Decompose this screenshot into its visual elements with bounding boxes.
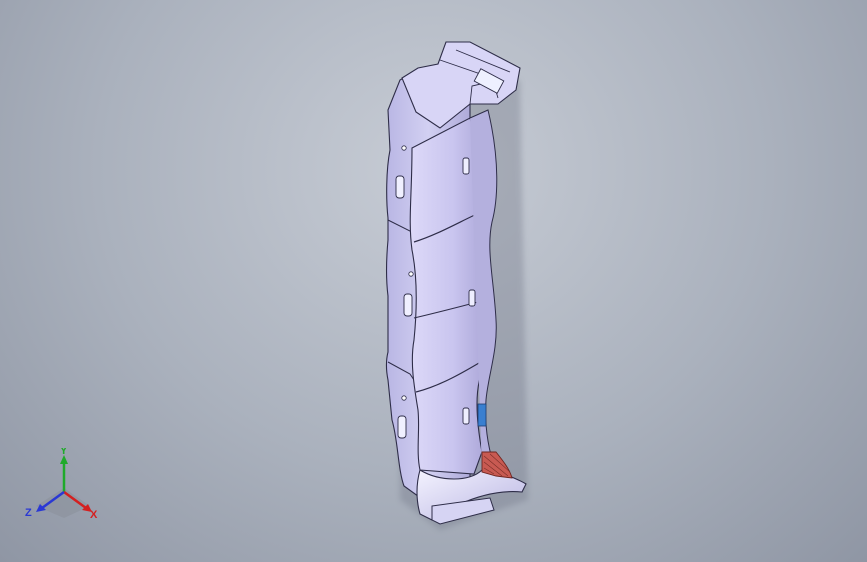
axis-triad: Y X Z [25,448,98,521]
connector-blue [477,403,487,427]
handle-slot-2 [468,289,476,307]
3d-graphics-viewport[interactable]: Y X Z [0,0,867,562]
side-bolt-3 [401,395,407,401]
y-axis-label: Y [60,448,68,457]
speaker-array-model[interactable] [0,0,867,562]
handle-slot-3 [462,407,470,425]
handle-slot-1 [462,157,470,175]
side-handle-1 [395,175,405,199]
z-axis-label: Z [25,507,32,519]
side-bolt-2 [408,271,414,277]
side-handle-3 [397,415,407,439]
side-handle-2 [403,293,413,317]
side-bolt-1 [401,145,407,151]
x-axis-label: X [90,509,98,521]
